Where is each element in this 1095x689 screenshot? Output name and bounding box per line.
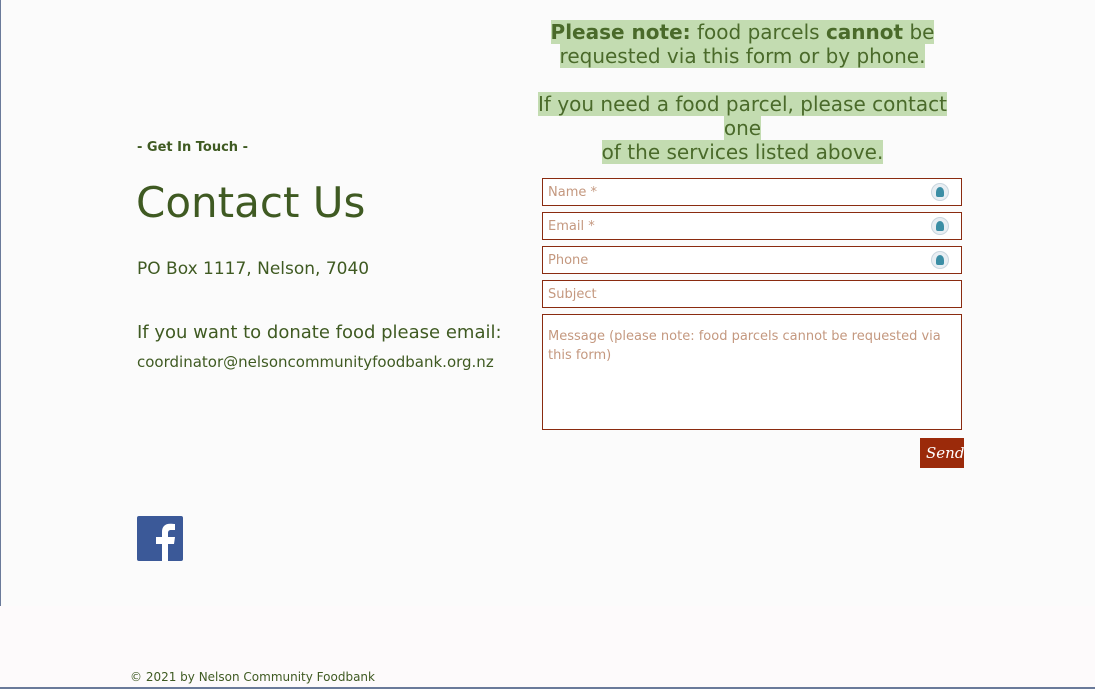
window-frame-left (0, 0, 1, 689)
notice-text-a: food parcels (690, 20, 826, 44)
notice-line-2: requested via this form or by phone. (559, 44, 926, 68)
copyright-text: © 2021 by Nelson Community Foodbank (130, 670, 375, 684)
notice-text-b: be (903, 20, 935, 44)
get-in-touch-eyebrow: - Get In Touch - (137, 140, 248, 155)
facebook-icon[interactable] (137, 516, 183, 561)
autofill-icon[interactable] (931, 251, 949, 269)
subject-field[interactable] (542, 280, 962, 308)
name-field[interactable] (542, 178, 962, 206)
notice-block-2: If you need a food parcel, please contac… (520, 92, 965, 164)
send-button[interactable]: Send (920, 438, 964, 468)
notice-line-3: If you need a food parcel, please contac… (538, 92, 947, 140)
notice-bold-label: Please note: (550, 20, 691, 44)
notice-bold-cannot: cannot (825, 20, 904, 44)
autofill-icon[interactable] (931, 183, 949, 201)
donate-text: If you want to donate food please email: (137, 322, 502, 343)
email-input[interactable] (543, 213, 961, 239)
autofill-icon[interactable] (931, 217, 949, 235)
message-field[interactable] (542, 314, 962, 430)
donation-email-link[interactable]: coordinator@nelsoncommunityfoodbank.org.… (137, 353, 494, 371)
notice-line-1: Please note: food parcels cannot be requ… (520, 20, 965, 68)
page-title: Contact Us (136, 178, 366, 227)
phone-field[interactable] (542, 246, 962, 274)
message-textarea[interactable] (543, 315, 961, 429)
postal-address: PO Box 1117, Nelson, 7040 (137, 259, 370, 279)
notice-line-4: of the services listed above. (601, 140, 884, 164)
phone-input[interactable] (543, 247, 961, 273)
email-field[interactable] (542, 212, 962, 240)
subject-input[interactable] (543, 281, 961, 307)
name-input[interactable] (543, 179, 961, 205)
